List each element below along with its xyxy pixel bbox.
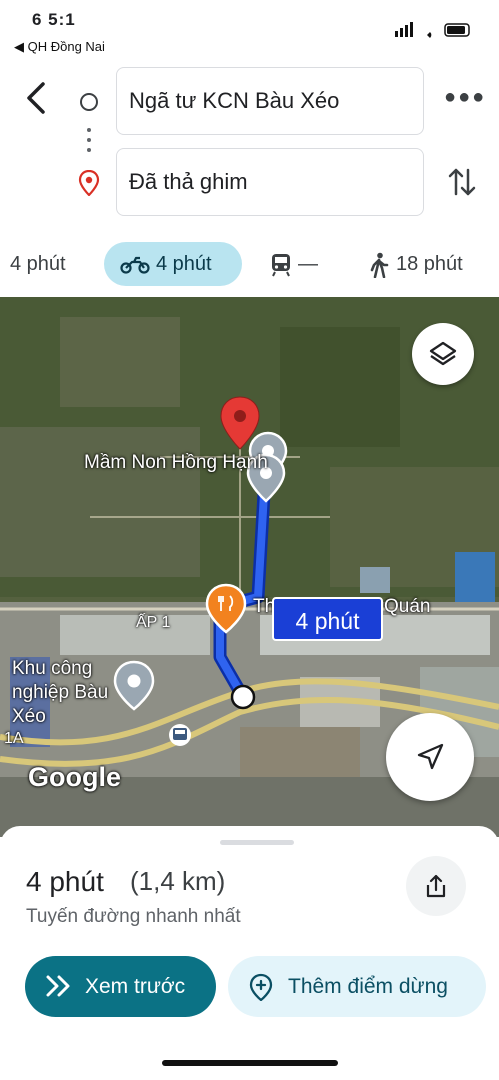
- map-label-kindergarten[interactable]: Mầm Non Hồng Hạnh: [84, 451, 268, 475]
- mode-drive[interactable]: 4 phút: [10, 242, 66, 286]
- mode-motorbike-label: 4 phút: [156, 253, 212, 275]
- destination-pin-icon: [78, 169, 100, 197]
- mode-motorbike[interactable]: 4 phút: [104, 242, 242, 286]
- route-summary-sheet: 4 phút (1,4 km) Tuyến đường nhanh nhất X…: [0, 826, 499, 1080]
- route-dots-icon: [86, 128, 92, 158]
- preview-button[interactable]: Xem trước: [25, 956, 216, 1017]
- route-duration: 4 phút: [26, 866, 104, 897]
- more-options-button[interactable]: ●●●: [444, 86, 484, 116]
- map-label-road: 1A: [4, 730, 24, 747]
- preview-button-label: Xem trước: [85, 975, 186, 998]
- walk-icon: [370, 252, 389, 279]
- add-location-icon: [249, 973, 273, 1001]
- back-to-app-link[interactable]: ◀ QH Đồng Nai: [14, 39, 105, 55]
- swap-button[interactable]: [444, 164, 480, 200]
- navigation-arrow-icon: [417, 743, 444, 770]
- route-description: Tuyến đường nhanh nhất: [26, 906, 241, 927]
- share-icon: [426, 874, 446, 898]
- google-logo: Google: [28, 762, 121, 792]
- destination-field[interactable]: Đã thả ghim: [116, 148, 424, 216]
- share-button[interactable]: [406, 856, 466, 916]
- route-eta-bubble[interactable]: 4 phút: [272, 597, 383, 641]
- train-icon: [272, 253, 290, 277]
- mode-drive-label: 4 phút: [10, 253, 66, 275]
- bus-stop-icon: [169, 724, 191, 746]
- status-time: 6 5:1: [32, 10, 76, 29]
- map-label-industrial-zone[interactable]: Khu công nghiệp Bàu Xéo: [12, 657, 122, 729]
- route-distance: (1,4 km): [130, 866, 226, 896]
- origin-circle-icon: [80, 93, 98, 111]
- sheet-drag-handle[interactable]: [220, 840, 294, 845]
- status-bar: 6 5:1 ◀ QH Đồng Nai: [0, 0, 499, 58]
- map-label-restaurant-end: Quán: [384, 596, 431, 617]
- home-indicator[interactable]: [162, 1060, 338, 1066]
- navigate-button[interactable]: [386, 713, 474, 801]
- more-horizontal-icon: ●●●: [444, 86, 487, 108]
- chevron-left-icon: [27, 82, 45, 114]
- route-start-point: [230, 684, 256, 710]
- map-view[interactable]: Mầm Non Hồng Hạnh ẤP 1 Th Quán Khu công …: [0, 297, 499, 837]
- layers-icon: [429, 341, 457, 366]
- add-stop-button-label: Thêm điểm dừng: [288, 975, 448, 998]
- travel-mode-bar: 4 phút 4 phút — 18 phút: [0, 240, 499, 288]
- back-button[interactable]: [18, 78, 58, 118]
- mode-walk[interactable]: 18 phút: [368, 242, 463, 286]
- layers-button[interactable]: [412, 323, 474, 385]
- mode-transit-label: —: [298, 253, 318, 275]
- origin-field[interactable]: Ngã tư KCN Bàu Xéo: [116, 67, 424, 135]
- swap-vertical-icon: [448, 168, 476, 196]
- status-icons: [395, 22, 473, 41]
- motorbike-icon: [120, 256, 150, 274]
- add-stop-button[interactable]: Thêm điểm dừng: [228, 956, 486, 1017]
- mode-transit[interactable]: —: [270, 242, 318, 286]
- double-chevron-right-icon: [46, 975, 70, 997]
- mode-walk-label: 18 phút: [396, 253, 463, 275]
- map-label-hamlet: ẤP 1: [136, 614, 171, 631]
